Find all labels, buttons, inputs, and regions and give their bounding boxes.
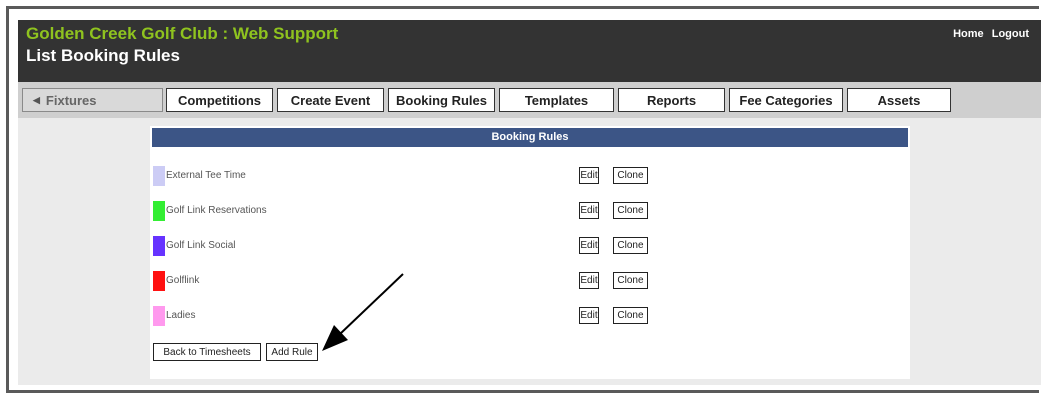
clone-button[interactable]: Clone xyxy=(613,167,648,184)
rule-color-swatch xyxy=(153,166,165,186)
nav-fixtures-label: Fixtures xyxy=(45,92,97,108)
nav-reports[interactable]: Reports xyxy=(618,88,725,112)
rule-color-swatch xyxy=(153,271,165,291)
rule-color-swatch xyxy=(153,201,165,221)
rule-color-swatch xyxy=(153,236,165,256)
edit-button[interactable]: Edit xyxy=(579,167,599,184)
club-title: Golden Creek Golf Club : Web Support xyxy=(26,24,339,43)
top-links: Home Logout xyxy=(948,28,1029,40)
rule-row: Ladies Edit Clone xyxy=(150,306,910,328)
rule-row: Golf Link Social Edit Clone xyxy=(150,236,910,258)
clone-button[interactable]: Clone xyxy=(613,307,648,324)
back-to-timesheets-button[interactable]: Back to Timesheets xyxy=(153,343,261,361)
clone-button[interactable]: Clone xyxy=(613,202,648,219)
page-title: List Booking Rules xyxy=(26,46,180,65)
clone-button[interactable]: Clone xyxy=(613,237,648,254)
nav-create-event[interactable]: Create Event xyxy=(277,88,384,112)
nav-fixtures[interactable]: ◀ Fixtures xyxy=(22,88,163,112)
rule-row: Golf Link Reservations Edit Clone xyxy=(150,201,910,223)
nav-fee-categories[interactable]: Fee Categories xyxy=(729,88,843,112)
booking-rules-panel: Booking Rules External Tee Time Edit Clo… xyxy=(150,126,910,379)
rule-row: External Tee Time Edit Clone xyxy=(150,166,910,188)
edit-button[interactable]: Edit xyxy=(579,307,599,324)
rule-row: Golflink Edit Clone xyxy=(150,271,910,293)
panel-title: Booking Rules xyxy=(152,128,908,147)
rule-name: Golf Link Social xyxy=(166,240,236,251)
nav-assets[interactable]: Assets xyxy=(847,88,951,112)
rule-name: External Tee Time xyxy=(166,170,246,181)
nav-bar: ◀ Fixtures Competitions Create Event Boo… xyxy=(18,82,1041,118)
add-rule-button[interactable]: Add Rule xyxy=(266,343,318,361)
rule-name: Golf Link Reservations xyxy=(166,205,267,216)
rule-name: Golflink xyxy=(166,275,200,286)
rule-name: Ladies xyxy=(166,310,196,321)
edit-button[interactable]: Edit xyxy=(579,202,599,219)
nav-booking-rules[interactable]: Booking Rules xyxy=(388,88,495,112)
nav-competitions[interactable]: Competitions xyxy=(166,88,273,112)
edit-button[interactable]: Edit xyxy=(579,272,599,289)
home-link[interactable]: Home xyxy=(953,28,984,40)
rule-color-swatch xyxy=(153,306,165,326)
triangle-left-icon: ◀ xyxy=(33,94,40,105)
nav-templates[interactable]: Templates xyxy=(499,88,614,112)
edit-button[interactable]: Edit xyxy=(579,237,599,254)
page-header: Golden Creek Golf Club : Web Support Lis… xyxy=(18,20,1041,82)
clone-button[interactable]: Clone xyxy=(613,272,648,289)
logout-link[interactable]: Logout xyxy=(992,28,1029,40)
